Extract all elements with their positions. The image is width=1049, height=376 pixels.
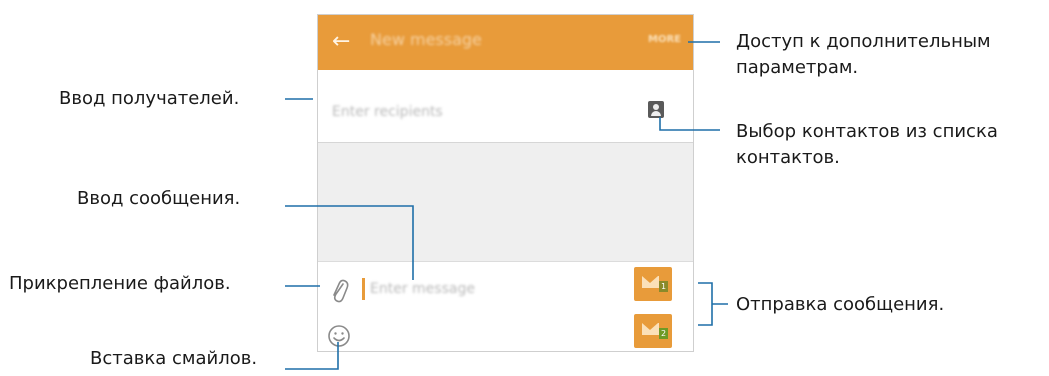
callout-contacts-line1: Выбор контактов из списка (736, 121, 998, 142)
callout-more-options: Доступ к дополнительным параметрам. (736, 29, 991, 81)
callout-smileys: Вставка смайлов. (90, 348, 258, 369)
callout-contacts-line2: контактов. (736, 147, 840, 168)
callout-message: Ввод сообщения. (77, 188, 241, 209)
callout-contacts: Выбор контактов из списка контактов. (736, 119, 998, 171)
callout-line-send (698, 282, 728, 326)
callout-line-smileys (285, 342, 339, 370)
callout-line-message (285, 205, 414, 280)
callout-line-contacts (659, 117, 720, 131)
callout-more-options-line2: параметрам. (736, 57, 859, 78)
callout-recipients: Ввод получателей. (59, 88, 240, 109)
callout-send: Отправка сообщения. (736, 294, 945, 315)
callout-more-options-line1: Доступ к дополнительным (736, 31, 991, 52)
callout-attach: Прикрепление файлов. (9, 273, 231, 294)
